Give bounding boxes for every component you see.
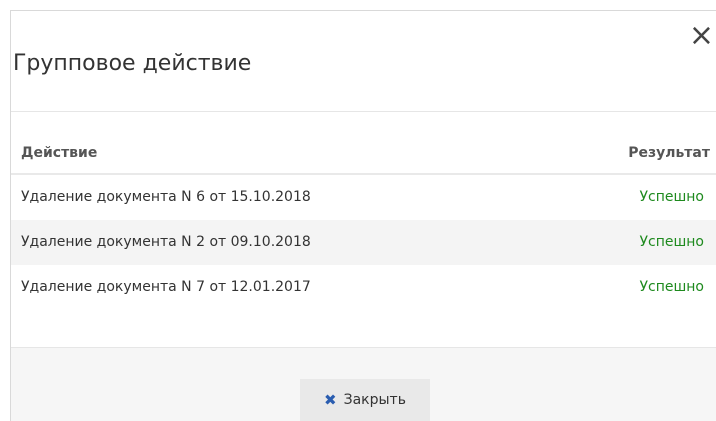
close-x-icon: ✖	[324, 391, 337, 409]
action-cell: Удаление документа N 6 от 15.10.2018	[21, 189, 311, 205]
action-cell: Удаление документа N 2 от 09.10.2018	[21, 234, 311, 250]
result-cell: Успешно	[639, 189, 704, 205]
close-button-label: Закрыть	[343, 392, 406, 408]
column-header-action: Действие	[21, 145, 98, 161]
close-button[interactable]: ✖ Закрыть	[300, 379, 430, 421]
action-cell: Удаление документа N 7 от 12.01.2017	[21, 279, 311, 295]
close-icon[interactable]: ×	[689, 21, 714, 51]
column-header-result: Результат	[628, 145, 710, 161]
group-action-dialog: Групповое действие × Действие Результат …	[10, 10, 716, 421]
table-row: Удаление документа N 6 от 15.10.2018 Усп…	[11, 175, 716, 220]
result-cell: Успешно	[639, 279, 704, 295]
table-row: Удаление документа N 2 от 09.10.2018 Усп…	[11, 220, 716, 265]
result-cell: Успешно	[639, 234, 704, 250]
dialog-footer: ✖ Закрыть	[11, 347, 716, 421]
table-header: Действие Результат	[11, 137, 716, 175]
table-row: Удаление документа N 7 от 12.01.2017 Усп…	[11, 265, 716, 310]
dialog-header: Групповое действие ×	[11, 11, 716, 112]
dialog-title: Групповое действие	[13, 51, 252, 76]
results-table: Действие Результат Удаление документа N …	[11, 137, 716, 310]
